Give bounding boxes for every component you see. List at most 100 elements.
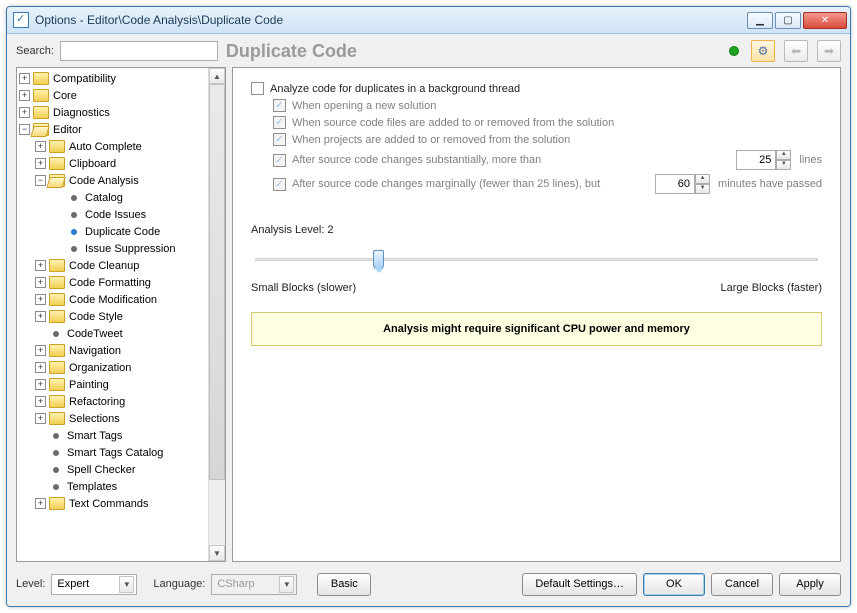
scroll-down-button[interactable]: ▼ xyxy=(209,545,225,561)
bullet-icon xyxy=(53,484,59,490)
tree-node[interactable]: −Editor xyxy=(17,121,208,138)
on-projects-change-checkbox[interactable]: ✓ xyxy=(273,133,286,146)
titlebar: Options - Editor\Code Analysis\Duplicate… xyxy=(7,7,850,34)
substantial-change-label: After source code changes substantially,… xyxy=(292,154,541,166)
tree-node[interactable]: +Refactoring xyxy=(17,393,208,410)
tree-node[interactable]: +Auto Complete xyxy=(17,138,208,155)
category-tree[interactable]: +Compatibility+Core+Diagnostics−Editor+A… xyxy=(16,67,226,562)
expand-icon[interactable]: + xyxy=(35,294,46,305)
on-open-checkbox[interactable]: ✓ xyxy=(273,99,286,112)
minutes-spin-down[interactable]: ▼ xyxy=(695,184,710,194)
close-button[interactable]: ✕ xyxy=(803,12,847,29)
tree-node[interactable]: CodeTweet xyxy=(17,325,208,342)
expand-icon[interactable]: + xyxy=(35,158,46,169)
minutes-input[interactable] xyxy=(655,174,695,194)
tree-node[interactable]: +Code Formatting xyxy=(17,274,208,291)
collapse-icon[interactable]: − xyxy=(35,175,46,186)
default-settings-button[interactable]: Default Settings… xyxy=(522,573,637,596)
tree-node[interactable]: Templates xyxy=(17,478,208,495)
expand-icon[interactable]: + xyxy=(19,73,30,84)
tree-node[interactable]: +Compatibility xyxy=(17,70,208,87)
tree-node[interactable]: Smart Tags xyxy=(17,427,208,444)
tree-label: Clipboard xyxy=(69,158,116,170)
settings-button[interactable]: ⚙ xyxy=(751,40,775,62)
gear-icon: ⚙ xyxy=(758,44,769,58)
tree-node[interactable]: + Clipboard xyxy=(17,155,208,172)
tree-label: Code Cleanup xyxy=(69,260,139,272)
basic-button[interactable]: Basic xyxy=(317,573,371,596)
folder-icon xyxy=(49,497,65,510)
tree-label: Painting xyxy=(69,379,109,391)
tree-node[interactable]: + Selections xyxy=(17,410,208,427)
expand-icon[interactable]: + xyxy=(35,362,46,373)
tree-node[interactable]: +Code Style xyxy=(17,308,208,325)
tree-node[interactable]: Spell Checker xyxy=(17,461,208,478)
expand-icon[interactable]: + xyxy=(35,141,46,152)
expand-icon[interactable]: + xyxy=(35,260,46,271)
bullet-icon xyxy=(71,212,77,218)
expand-icon[interactable]: + xyxy=(19,90,30,101)
collapse-icon[interactable]: − xyxy=(19,124,30,135)
tree-label: Selections xyxy=(69,413,120,425)
lines-spin-up[interactable]: ▲ xyxy=(776,150,791,160)
lines-input[interactable] xyxy=(736,150,776,170)
tree-node[interactable]: +Text Commands xyxy=(17,495,208,512)
bullet-icon xyxy=(71,195,77,201)
expand-icon[interactable]: + xyxy=(35,413,46,424)
expand-icon[interactable]: + xyxy=(35,345,46,356)
scroll-up-button[interactable]: ▲ xyxy=(209,68,225,84)
page-title: Duplicate Code xyxy=(226,41,723,62)
folder-icon xyxy=(49,412,65,425)
expand-icon[interactable]: + xyxy=(35,498,46,509)
level-combo[interactable]: Expert ▼ xyxy=(51,574,137,595)
tree-node[interactable]: +Core xyxy=(17,87,208,104)
tree-label: Code Issues xyxy=(85,209,146,221)
slider-max-label: Large Blocks (faster) xyxy=(721,282,822,294)
minimize-button[interactable]: ▁ xyxy=(747,12,773,29)
marginal-change-checkbox[interactable]: ✓ xyxy=(273,178,286,191)
language-label: Language: xyxy=(153,578,205,590)
warning-banner: Analysis might require significant CPU p… xyxy=(251,312,822,346)
on-open-label: When opening a new solution xyxy=(292,100,436,112)
folder-open-icon xyxy=(49,174,65,187)
tree-node[interactable]: + Code Cleanup xyxy=(17,257,208,274)
tree-node[interactable]: Duplicate Code xyxy=(17,223,208,240)
window-title: Options - Editor\Code Analysis\Duplicate… xyxy=(35,13,747,27)
cancel-button[interactable]: Cancel xyxy=(711,573,773,596)
analysis-level-slider[interactable] xyxy=(255,250,818,272)
folder-icon xyxy=(49,344,65,357)
nav-back-button[interactable]: ⬅ xyxy=(784,40,808,62)
expand-icon[interactable]: + xyxy=(19,107,30,118)
maximize-button[interactable]: ▢ xyxy=(775,12,801,29)
scroll-thumb[interactable] xyxy=(209,84,225,480)
expand-icon[interactable]: + xyxy=(35,379,46,390)
search-input[interactable] xyxy=(60,41,218,61)
substantial-change-checkbox[interactable]: ✓ xyxy=(273,154,286,167)
analyze-label: Analyze code for duplicates in a backgro… xyxy=(270,83,520,95)
apply-button[interactable]: Apply xyxy=(779,573,841,596)
on-files-change-checkbox[interactable]: ✓ xyxy=(273,116,286,129)
minutes-spin-up[interactable]: ▲ xyxy=(695,174,710,184)
tree-node[interactable]: Smart Tags Catalog xyxy=(17,444,208,461)
folder-icon xyxy=(49,378,65,391)
tree-node[interactable]: +Code Modification xyxy=(17,291,208,308)
tree-node[interactable]: + Painting xyxy=(17,376,208,393)
expand-icon[interactable]: + xyxy=(35,277,46,288)
lines-spin-down[interactable]: ▼ xyxy=(776,160,791,170)
ok-button[interactable]: OK xyxy=(643,573,705,596)
tree-node[interactable]: Issue Suppression xyxy=(17,240,208,257)
tree-node[interactable]: Code Issues xyxy=(17,206,208,223)
app-icon xyxy=(13,12,29,28)
expand-icon[interactable]: + xyxy=(35,396,46,407)
expand-icon[interactable]: + xyxy=(35,311,46,322)
nav-forward-button[interactable]: ➡ xyxy=(817,40,841,62)
slider-thumb[interactable] xyxy=(373,250,384,269)
tree-node[interactable]: +Diagnostics xyxy=(17,104,208,121)
tree-node[interactable]: Catalog xyxy=(17,189,208,206)
tree-node[interactable]: +Navigation xyxy=(17,342,208,359)
tree-scrollbar[interactable]: ▲ ▼ xyxy=(208,68,225,561)
chevron-down-icon: ▼ xyxy=(119,576,134,593)
tree-node[interactable]: −Code Analysis xyxy=(17,172,208,189)
tree-node[interactable]: +Organization xyxy=(17,359,208,376)
analyze-checkbox[interactable] xyxy=(251,82,264,95)
